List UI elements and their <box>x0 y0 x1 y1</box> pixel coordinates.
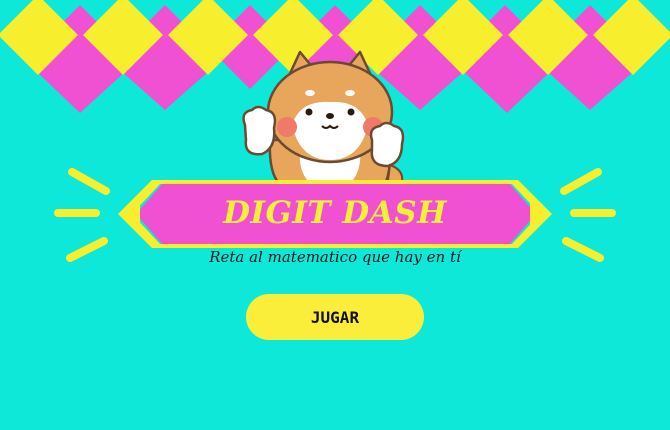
game-title: DIGIT DASH <box>223 195 447 231</box>
play-button[interactable]: JUGAR <box>246 294 424 340</box>
title-screen: DIGIT DASH Reta al matematico que hay en… <box>0 0 670 430</box>
game-subtitle: Reta al matematico que hay en tí <box>209 248 461 266</box>
